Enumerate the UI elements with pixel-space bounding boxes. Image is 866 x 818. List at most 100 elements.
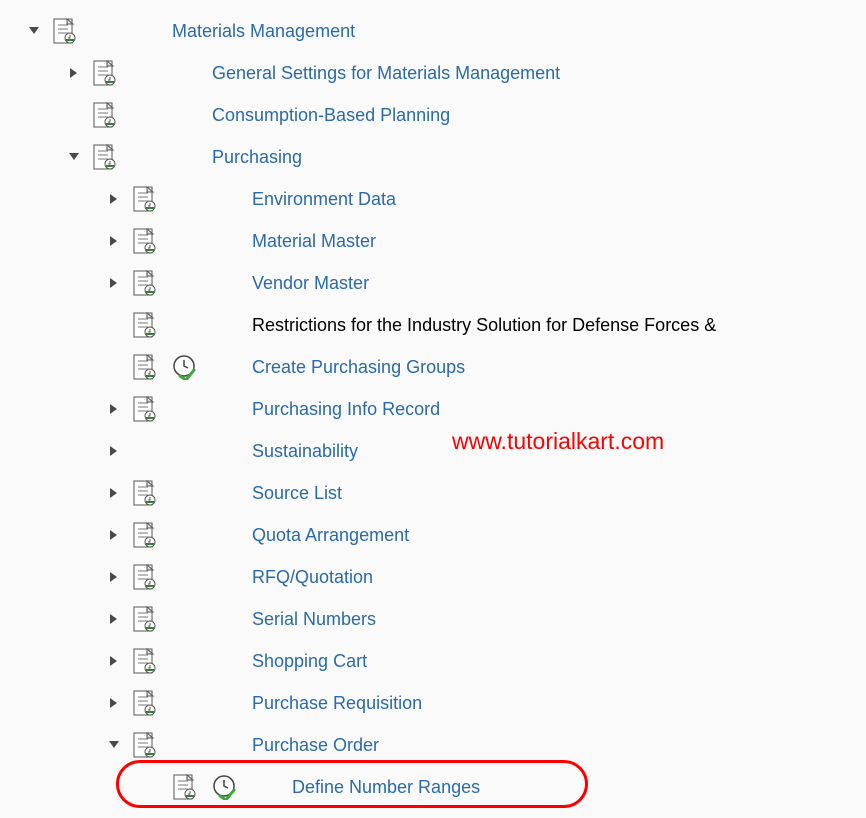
spacer: [172, 186, 198, 212]
node-label[interactable]: Restrictions for the Industry Solution f…: [252, 315, 716, 336]
spacer: [212, 480, 238, 506]
node-label[interactable]: Define Number Ranges: [292, 777, 480, 798]
spacer: [172, 480, 198, 506]
tree-node[interactable]: RFQ/Quotation: [0, 556, 866, 598]
tree-node[interactable]: Restrictions for the Industry Solution f…: [0, 304, 866, 346]
node-label[interactable]: General Settings for Materials Managemen…: [212, 63, 560, 84]
tree-node[interactable]: Vendor Master: [0, 262, 866, 304]
spacer: [92, 18, 118, 44]
spacer: [132, 438, 158, 464]
spacer: [212, 270, 238, 296]
toggle-collapsed-icon[interactable]: [64, 66, 84, 80]
node-label[interactable]: Purchase Order: [252, 735, 379, 756]
node-label[interactable]: Vendor Master: [252, 273, 369, 294]
node-label[interactable]: Create Purchasing Groups: [252, 357, 465, 378]
spacer: [212, 732, 238, 758]
spacer: [212, 396, 238, 422]
tree-node-general-settings[interactable]: General Settings for Materials Managemen…: [0, 52, 866, 94]
tree-node[interactable]: Environment Data: [0, 178, 866, 220]
spacer: [172, 312, 198, 338]
node-label[interactable]: Purchase Requisition: [252, 693, 422, 714]
toggle-collapsed-icon[interactable]: [104, 528, 124, 542]
tree-node[interactable]: Create Purchasing Groups: [0, 346, 866, 388]
spacer: [172, 438, 198, 464]
toggle-collapsed-icon[interactable]: [104, 444, 124, 458]
node-label[interactable]: Purchasing: [212, 147, 302, 168]
spacer: [212, 354, 238, 380]
toggle-collapsed-icon[interactable]: [104, 234, 124, 248]
spacer: [212, 690, 238, 716]
document-icon: [132, 396, 158, 422]
tree-root: Materials Management General Settings fo…: [0, 10, 866, 808]
activity-clock-icon: [172, 354, 198, 380]
document-icon: [132, 732, 158, 758]
node-label[interactable]: Purchasing Info Record: [252, 399, 440, 420]
spacer: [132, 60, 158, 86]
spacer: [212, 228, 238, 254]
node-label[interactable]: RFQ/Quotation: [252, 567, 373, 588]
spacer: [172, 270, 198, 296]
toggle-collapsed-icon[interactable]: [104, 612, 124, 626]
spacer: [132, 144, 158, 170]
document-icon: [172, 774, 198, 800]
toggle-collapsed-icon[interactable]: [104, 276, 124, 290]
toggle-collapsed-icon[interactable]: [104, 486, 124, 500]
spacer: [172, 690, 198, 716]
node-label[interactable]: Materials Management: [172, 21, 355, 42]
spacer: [132, 18, 158, 44]
node-label[interactable]: Quota Arrangement: [252, 525, 409, 546]
document-icon: [132, 270, 158, 296]
toggle-collapsed-icon[interactable]: [104, 192, 124, 206]
spacer: [172, 606, 198, 632]
tree-node-consumption-planning[interactable]: Consumption-Based Planning: [0, 94, 866, 136]
tree-node[interactable]: Shopping Cart: [0, 640, 866, 682]
spacer: [212, 564, 238, 590]
activity-clock-icon: [212, 774, 238, 800]
toggle-expanded-icon[interactable]: [24, 24, 44, 38]
document-icon: [132, 480, 158, 506]
tree-node[interactable]: Material Master: [0, 220, 866, 262]
tree-node[interactable]: Purchasing Info Record: [0, 388, 866, 430]
node-label[interactable]: Consumption-Based Planning: [212, 105, 450, 126]
node-label[interactable]: Sustainability: [252, 441, 358, 462]
spacer: [172, 396, 198, 422]
spacer: [172, 648, 198, 674]
tree-node[interactable]: Sustainability: [0, 430, 866, 472]
document-icon: [132, 648, 158, 674]
toggle-expanded-icon[interactable]: [64, 150, 84, 164]
toggle-expanded-icon[interactable]: [104, 738, 124, 752]
tree-node[interactable]: Quota Arrangement: [0, 514, 866, 556]
toggle-collapsed-icon[interactable]: [104, 570, 124, 584]
spacer: [172, 522, 198, 548]
document-icon: [132, 186, 158, 212]
spacer: [172, 60, 198, 86]
document-icon: [132, 522, 158, 548]
toggle-collapsed-icon[interactable]: [104, 696, 124, 710]
node-label[interactable]: Shopping Cart: [252, 651, 367, 672]
spacer: [172, 564, 198, 590]
node-label[interactable]: Source List: [252, 483, 342, 504]
spacer: [132, 102, 158, 128]
tree-node-purchasing[interactable]: Purchasing: [0, 136, 866, 178]
tree-node-define-number-ranges[interactable]: Define Number Ranges: [0, 766, 866, 808]
tree-node[interactable]: Source List: [0, 472, 866, 514]
document-icon: [92, 60, 118, 86]
document-icon: [52, 18, 78, 44]
spacer: [172, 102, 198, 128]
tree-node-materials-management[interactable]: Materials Management: [0, 10, 866, 52]
document-icon: [132, 564, 158, 590]
tree-node[interactable]: Purchase Requisition: [0, 682, 866, 724]
document-icon: [92, 102, 118, 128]
spacer: [252, 774, 278, 800]
document-icon: [132, 690, 158, 716]
tree-node[interactable]: Serial Numbers: [0, 598, 866, 640]
toggle-collapsed-icon[interactable]: [104, 402, 124, 416]
spacer: [172, 732, 198, 758]
node-label[interactable]: Material Master: [252, 231, 376, 252]
spacer: [212, 438, 238, 464]
spacer: [212, 648, 238, 674]
tree-node[interactable]: Purchase Order: [0, 724, 866, 766]
node-label[interactable]: Environment Data: [252, 189, 396, 210]
node-label[interactable]: Serial Numbers: [252, 609, 376, 630]
toggle-collapsed-icon[interactable]: [104, 654, 124, 668]
